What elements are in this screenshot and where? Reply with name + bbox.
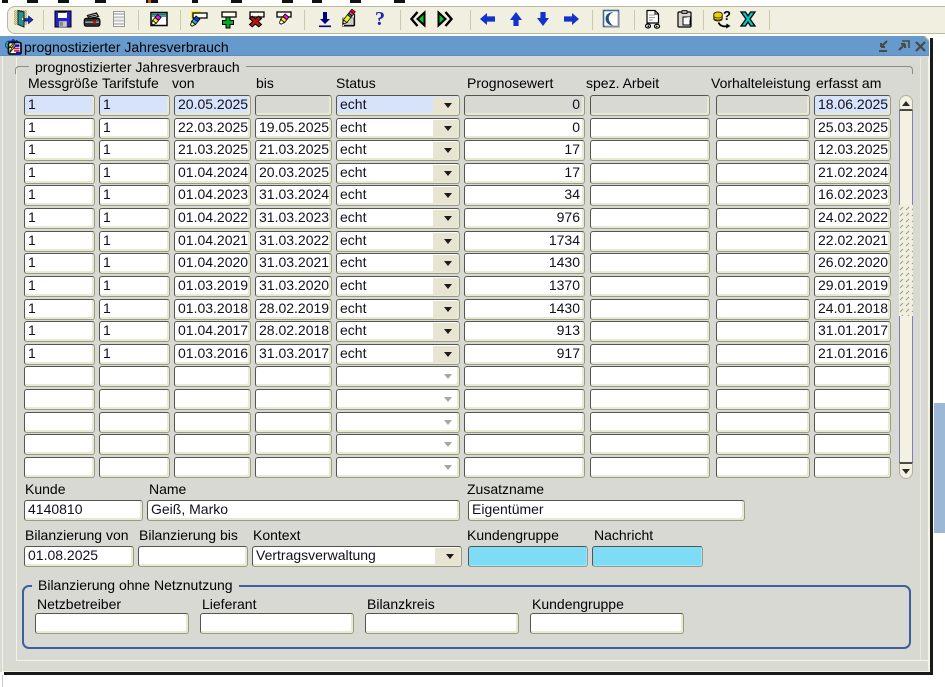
- svg-text:?: ?: [723, 9, 731, 23]
- svg-text:?: ?: [375, 9, 385, 29]
